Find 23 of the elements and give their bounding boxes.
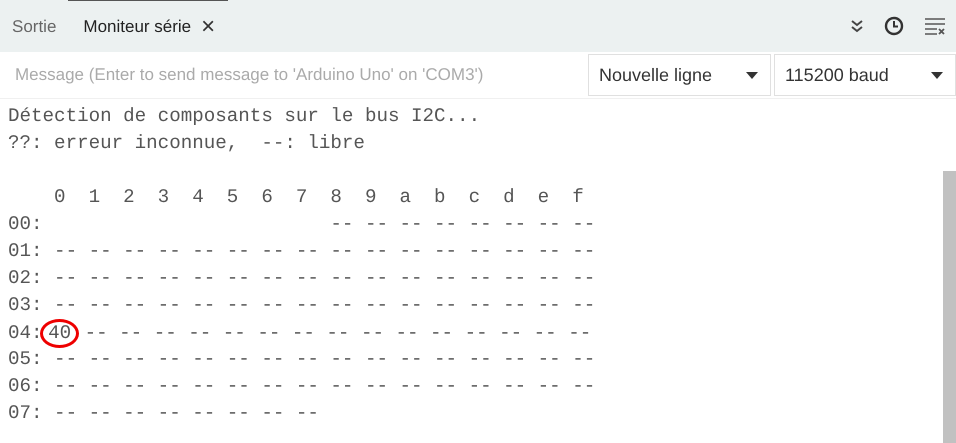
output-line: 05: -- -- -- -- -- -- -- -- -- -- -- -- -- -- -- -- bbox=[8, 347, 596, 372]
output-line: 0 1 2 3 4 5 6 7 8 9 a b c d e f bbox=[53, 185, 585, 210]
caret-icon bbox=[931, 72, 943, 78]
double-chevron-down-icon[interactable] bbox=[850, 19, 864, 33]
output-line: 03: -- -- -- -- -- -- -- -- -- -- -- -- -- -- -- -- bbox=[8, 293, 596, 318]
close-icon[interactable]: × bbox=[201, 14, 216, 38]
output-line: 01: -- -- -- -- -- -- -- -- -- -- -- -- -- -- -- -- bbox=[8, 239, 596, 264]
tab[interactable]: Sortie bbox=[0, 0, 68, 52]
output-line: 06: -- -- -- -- -- -- -- -- -- -- -- -- -- -- -- -- bbox=[8, 374, 596, 399]
output-line: 07: -- -- -- -- -- -- -- -- bbox=[8, 401, 320, 426]
output-line: 02: -- -- -- -- -- -- -- -- -- -- -- -- -- -- -- -- bbox=[8, 266, 596, 291]
caret-icon bbox=[746, 72, 758, 78]
output-text: -- -- -- -- -- -- -- -- -- -- -- -- -- -- -- bbox=[84, 322, 592, 344]
dropdown[interactable]: Nouvelle ligne bbox=[588, 54, 771, 96]
output-line: 00: -- -- -- -- -- -- -- -- bbox=[8, 212, 596, 237]
output-line: Détection de composants sur le bus I2C... bbox=[8, 104, 482, 129]
circled-value: 40 bbox=[40, 319, 80, 348]
clock-icon[interactable] bbox=[884, 16, 904, 36]
output-line: ??: erreur inconnue, --: libre bbox=[8, 131, 366, 156]
dropdown[interactable]: 115200 baud bbox=[774, 54, 956, 96]
scrollbar[interactable] bbox=[943, 171, 956, 443]
clear-output-icon[interactable] bbox=[924, 17, 946, 35]
tab[interactable]: Moniteur série × bbox=[68, 0, 228, 52]
